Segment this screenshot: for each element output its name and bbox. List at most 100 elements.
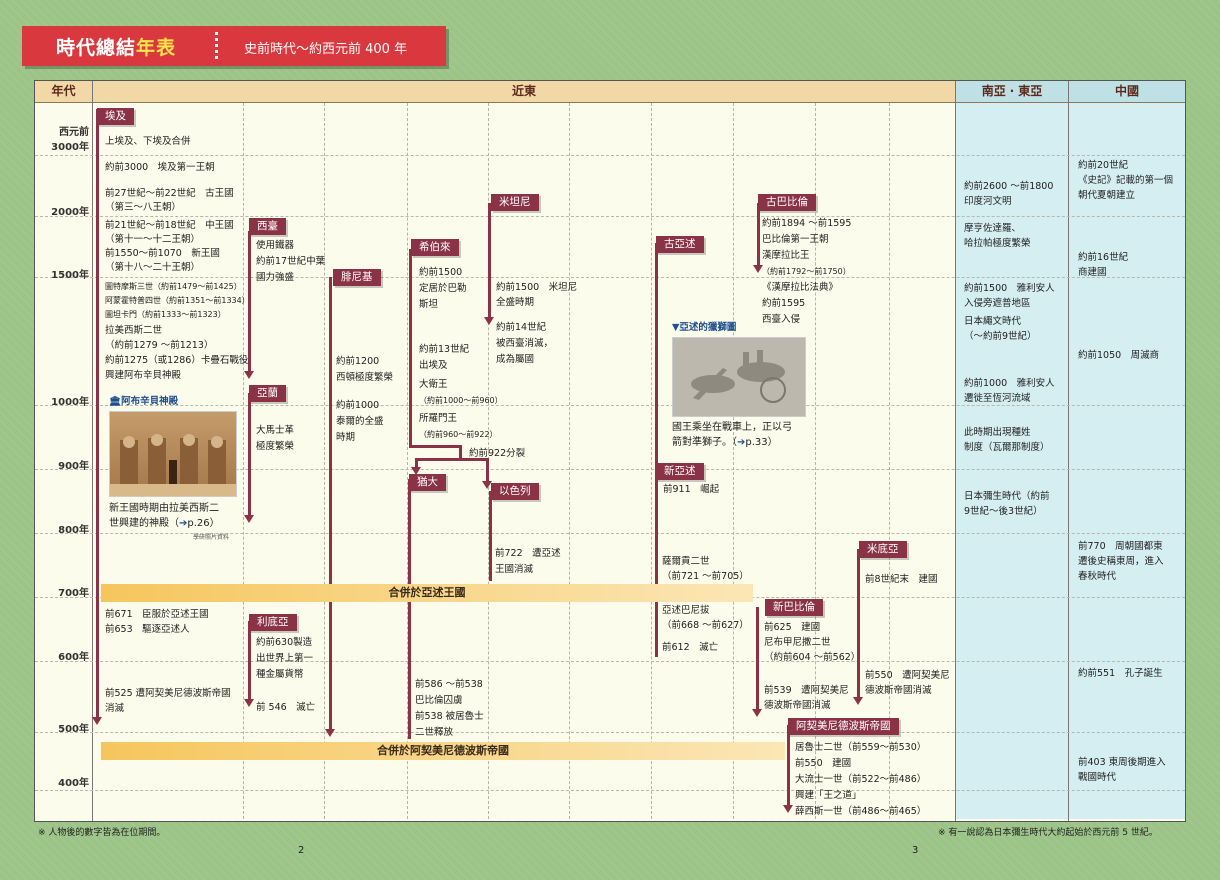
phoenicia-text: 約前1200 <box>336 356 380 367</box>
china-column <box>1069 103 1185 819</box>
neo-babylon-timeline-bar <box>756 607 759 711</box>
merge-assyria-banner: 合併於亞述王國 <box>101 584 753 602</box>
year-label: 1000年 <box>51 397 89 408</box>
egypt-text: 上埃及、下埃及合併 <box>105 136 191 147</box>
page-title: 時代總結年表 <box>56 33 176 60</box>
footnote-left: ※ 人物後的數字皆為在位期間。 <box>38 828 166 838</box>
grid-line <box>889 103 890 819</box>
neo-assyria-text: 前612 滅亡 <box>662 642 719 653</box>
hebrew-timeline-bar <box>409 249 412 447</box>
phoenicia-timeline-bar <box>329 277 332 729</box>
asia-text: 約前1000 雅利安人 <box>964 378 1055 389</box>
china-text: 約前551 孔子誕生 <box>1078 668 1163 679</box>
grid-line <box>243 103 244 819</box>
hittite-text: 國力強盛 <box>256 272 295 283</box>
arrow-down-icon <box>484 317 494 325</box>
arrow-down-icon <box>244 515 254 523</box>
china-text: 春秋時代 <box>1078 571 1117 582</box>
neo-babylon-text: 前625 建國 <box>764 622 821 633</box>
israel-tag: 以色列 <box>491 483 539 500</box>
title-accent: 年表 <box>136 37 177 59</box>
arrow-down-icon <box>752 709 762 717</box>
hebrew-text: 斯坦 <box>419 299 439 310</box>
temple-caption-2: 世興建的神殿（➔p.26） <box>109 517 220 530</box>
asia-text: 日本彌生時代（約前 <box>964 491 1050 502</box>
persia-text: 薛西斯一世（前486～前465） <box>795 806 927 817</box>
aram-text: 大馬士革 <box>256 425 295 436</box>
hebrew-text: 出埃及 <box>419 360 448 371</box>
temple-caption-1: 新王國時期由拉美西斯二 <box>109 503 219 514</box>
arrow-down-icon <box>244 371 254 379</box>
old-babylon-text: 西臺入侵 <box>762 314 801 325</box>
arrow-down-icon <box>853 697 863 705</box>
media-text: 前550 遭阿契美尼 <box>865 670 950 681</box>
hittite-tag: 西臺 <box>249 218 286 235</box>
persia-tag: 阿契美尼德波斯帝國 <box>788 718 899 735</box>
persia-text: 興建「王之道」 <box>795 790 862 801</box>
lion-hunt-title-text: 亞述的獵獅圖 <box>679 322 737 333</box>
old-babylon-text: 《漢摩拉比法典》 <box>762 282 839 293</box>
media-tag: 米底亞 <box>859 541 907 558</box>
lydia-timeline-bar <box>248 621 251 699</box>
egypt-tag: 埃及 <box>97 108 134 125</box>
china-text: 前770 周朝國都東 <box>1078 541 1163 552</box>
media-timeline-bar <box>857 549 860 699</box>
lydia-text: 約前630製造 <box>256 637 313 648</box>
asia-column <box>956 103 1068 819</box>
arrow-down-icon <box>92 717 102 725</box>
egypt-text: （第三～八王朝） <box>105 202 182 213</box>
mitanni-text: 約前14世紀 <box>496 322 547 333</box>
title-main: 時代總結 <box>56 37 137 59</box>
aram-text: 極度繁榮 <box>256 441 295 452</box>
aram-tag: 亞蘭 <box>249 385 286 402</box>
persia-text: 前550 建國 <box>795 758 852 769</box>
old-babylon-text: 約前1595 <box>762 298 806 309</box>
mitanni-text: 全盛時期 <box>496 297 535 308</box>
asia-text: （～約前9世紀） <box>964 331 1037 342</box>
neo-babylon-tag: 新巴比倫 <box>765 599 823 616</box>
footnote-right: ※ 有一說認為日本彌生時代大約起始於西元前 5 世紀。 <box>938 828 1158 838</box>
old-babylon-text: 約前1894 ～前1595 <box>762 218 852 229</box>
mitanni-text: 被西臺消滅， <box>496 338 554 349</box>
lion-hunt-caption-2: 箭對準獅子。（➔p.33） <box>672 436 778 449</box>
egypt-timeline-bar <box>96 109 99 717</box>
temple-icon: 🏛 <box>109 396 122 407</box>
asia-text: 約前1500 雅利安人 <box>964 283 1055 294</box>
lion-hunt-photo <box>672 337 806 417</box>
egypt-text: 約前3000 埃及第一王朝 <box>105 162 215 173</box>
asia-text: 印度河文明 <box>964 196 1012 207</box>
temple-caption-2-text: 世興建的神殿（ <box>109 518 179 529</box>
old-babylon-text: 漢摩拉比王 <box>762 250 810 261</box>
lydia-text: 出世界上第一 <box>256 653 314 664</box>
neo-babylon-text: 尼布甲尼撒二世 <box>764 637 831 648</box>
egypt-text: 消滅 <box>105 703 125 714</box>
abu-simbel-image <box>110 412 236 496</box>
grid-line <box>35 277 1185 278</box>
neo-assyria-text: （前721 ～前705） <box>662 571 749 582</box>
grid-line <box>35 155 1185 156</box>
mitanni-text: 約前1500 米坦尼 <box>496 282 578 293</box>
page-number-left: 2 <box>298 845 305 856</box>
hebrew-text: （約前1000～前960） <box>419 396 503 405</box>
china-text: 前403 東周後期進入 <box>1078 757 1166 768</box>
china-text: 朝代夏朝建立 <box>1078 190 1136 201</box>
photo-credit: 學研照片資料 <box>193 534 230 541</box>
asia-text: 哈拉帕極度繁榮 <box>964 238 1031 249</box>
egypt-text: 前1550～前1070 新王國 <box>105 248 220 259</box>
hittite-text: 使用鐵器 <box>256 240 295 251</box>
china-text: 遷後史稱東周，進入 <box>1078 556 1164 567</box>
egypt-text: 前653 驅逐亞述人 <box>105 624 190 635</box>
assyria-tag: 古亞述 <box>656 236 704 253</box>
hittite-text: 約前17世紀中葉 <box>256 256 326 267</box>
asia-text: 入侵旁遮普地區 <box>964 298 1031 309</box>
asia-text: 日本繩文時代 <box>964 316 1022 327</box>
lydia-text: 前 546 滅亡 <box>256 702 316 713</box>
year-label: 700年 <box>58 588 89 599</box>
egypt-text: 前21世紀～前18世紀 中王國 <box>105 220 234 231</box>
lydia-text: 種金屬貨幣 <box>256 669 304 680</box>
hebrew-text: 約前13世紀 <box>419 344 470 355</box>
year-label: 500年 <box>58 724 89 735</box>
neo-babylon-text: 德波斯帝國消滅 <box>764 700 831 711</box>
column-divider <box>92 81 93 821</box>
temple-photo-title: 🏛阿布辛貝神殿 <box>109 395 178 408</box>
